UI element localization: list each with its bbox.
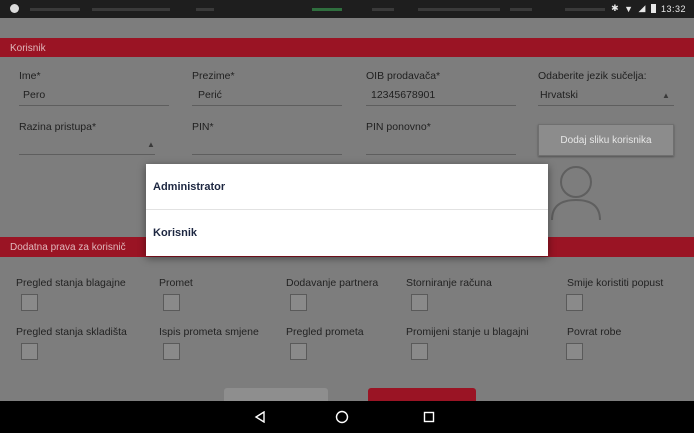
obscured-toolbar-text xyxy=(418,8,500,11)
access-level-underline xyxy=(19,154,155,155)
permission-checkbox[interactable] xyxy=(411,294,428,311)
permission-checkbox[interactable] xyxy=(163,343,180,360)
battery-icon xyxy=(650,4,656,13)
permission-checkbox[interactable] xyxy=(566,294,583,311)
permission-checkbox[interactable] xyxy=(21,294,38,311)
obscured-toolbar-text xyxy=(565,8,605,11)
permission-checkbox[interactable] xyxy=(21,343,38,360)
permission-label: Pregled stanja skladišta xyxy=(16,326,127,338)
permission-label: Povrat robe xyxy=(567,326,622,338)
user-avatar-icon xyxy=(551,166,601,221)
save-button[interactable] xyxy=(368,388,476,402)
permission-label: Pregled stanja blagajne xyxy=(16,277,126,289)
section-header-user: Korisnik xyxy=(0,38,694,57)
permission-checkbox[interactable] xyxy=(290,343,307,360)
permission-label: Storniranje računa xyxy=(406,277,492,289)
wifi-icon: ▼ xyxy=(624,3,634,14)
permission-label: Pregled prometa xyxy=(286,326,364,338)
obscured-toolbar-text xyxy=(92,8,170,11)
add-photo-button[interactable]: Dodaj sliku korisnika xyxy=(538,124,674,156)
language-label: Odaberite jezik sučelja: xyxy=(538,70,647,82)
signal-icon: ◢ xyxy=(638,3,646,13)
access-level-dropdown-menu: Administrator Korisnik xyxy=(146,164,548,256)
bluetooth-icon: ✱ xyxy=(611,3,620,13)
last-name-input[interactable]: Perić xyxy=(198,89,222,101)
permission-checkbox[interactable] xyxy=(566,343,583,360)
obscured-toolbar-text xyxy=(196,8,214,11)
first-name-input[interactable]: Pero xyxy=(23,89,45,101)
permission-checkbox[interactable] xyxy=(163,294,180,311)
last-name-underline xyxy=(192,105,342,106)
permission-label: Promijeni stanje u blagajni xyxy=(406,326,529,338)
pin-repeat-underline xyxy=(366,154,516,155)
section-title: Korisnik xyxy=(10,43,46,54)
status-bar: ✱ ▼ ◢ 13:32 xyxy=(0,0,694,18)
obscured-toolbar-text xyxy=(510,8,532,11)
permission-label: Ispis prometa smjene xyxy=(159,326,259,338)
permission-label: Smije koristiti popust xyxy=(567,277,664,289)
pin-label: PIN* xyxy=(192,121,214,133)
navigation-bar xyxy=(0,401,694,433)
permission-checkbox[interactable] xyxy=(411,343,428,360)
oib-label: OIB prodavača* xyxy=(366,70,441,82)
first-name-label: Ime* xyxy=(19,70,41,82)
access-level-dropdown-icon[interactable]: ▲ xyxy=(147,140,155,149)
permission-label: Dodavanje partnera xyxy=(286,277,379,289)
dropdown-option-administrator[interactable]: Administrator xyxy=(146,164,548,209)
language-dropdown-icon[interactable]: ▲ xyxy=(662,91,670,100)
notification-icon xyxy=(10,4,19,13)
oib-input[interactable]: 12345678901 xyxy=(371,89,435,101)
back-icon[interactable] xyxy=(250,407,270,427)
oib-underline xyxy=(366,105,516,106)
permission-checkbox[interactable] xyxy=(290,294,307,311)
section-title: Dodatna prava za korisnič xyxy=(10,242,126,253)
home-icon[interactable] xyxy=(332,407,352,427)
permission-label: Promet xyxy=(159,277,193,289)
cancel-button[interactable] xyxy=(224,388,328,402)
pin-repeat-label: PIN ponovno* xyxy=(366,121,431,133)
language-underline xyxy=(538,105,674,106)
first-name-underline xyxy=(19,105,169,106)
obscured-toolbar-text xyxy=(30,8,80,11)
access-level-label: Razina pristupa* xyxy=(19,121,97,133)
clock: 13:32 xyxy=(660,3,686,14)
obscured-toolbar-text xyxy=(372,8,394,11)
status-icons: ✱ ▼ ◢ 13:32 xyxy=(611,3,686,14)
dropdown-option-korisnik[interactable]: Korisnik xyxy=(146,210,548,255)
pin-underline xyxy=(192,154,342,155)
recent-apps-icon[interactable] xyxy=(419,407,439,427)
last-name-label: Prezime* xyxy=(192,70,235,82)
language-select[interactable]: Hrvatski xyxy=(540,89,578,101)
obscured-toolbar-text xyxy=(312,8,342,11)
